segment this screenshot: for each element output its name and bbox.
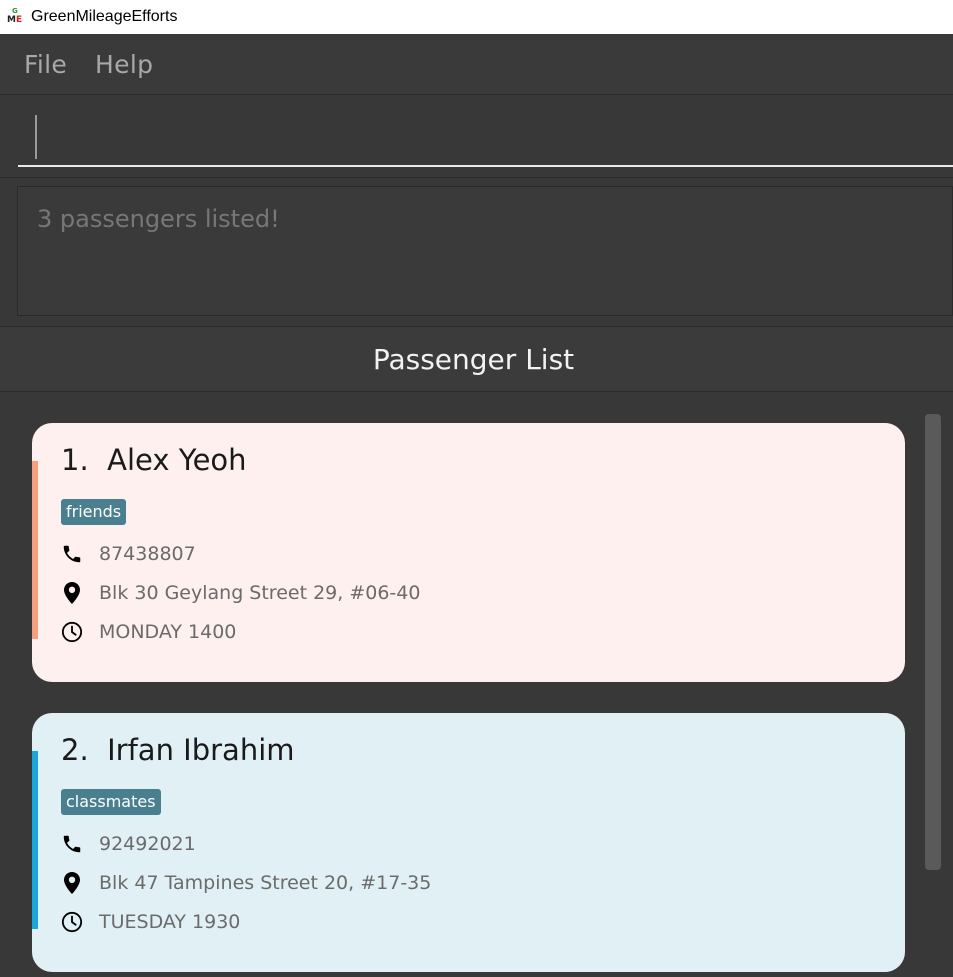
passenger-index: 2. [61, 733, 89, 767]
time-row: TUESDAY 1930 [61, 909, 240, 935]
time-row: MONDAY 1400 [61, 619, 236, 645]
passenger-address: Blk 47 Tampines Street 20, #17-35 [99, 872, 432, 894]
address-row: Blk 30 Geylang Street 29, #06-40 [61, 580, 420, 606]
text-caret [35, 115, 37, 159]
passenger-list-header: Passenger List [0, 326, 953, 392]
passenger-card[interactable]: 2. Irfan Ibrahim classmates 92492021 Blk… [32, 713, 905, 972]
passenger-address: Blk 30 Geylang Street 29, #06-40 [99, 582, 421, 604]
menu-bar: File Help [0, 34, 953, 94]
list-scrollbar[interactable] [925, 414, 941, 870]
menu-file[interactable]: File [24, 50, 67, 79]
location-pin-icon [61, 871, 83, 895]
passenger-name: Irfan Ibrahim [107, 733, 295, 767]
app-logo-icon: GME [7, 7, 23, 25]
command-box-panel [0, 94, 953, 177]
result-message: 3 passengers listed! [37, 205, 280, 233]
phone-icon [61, 832, 83, 856]
result-panel: 3 passengers listed! [0, 177, 953, 326]
address-row: Blk 47 Tampines Street 20, #17-35 [61, 870, 431, 896]
card-accent-bar [32, 461, 38, 639]
command-input[interactable] [18, 107, 953, 167]
passenger-phone: 92492021 [99, 833, 196, 855]
clock-icon [61, 910, 83, 934]
passenger-index: 1. [61, 443, 89, 477]
menu-help[interactable]: Help [95, 50, 153, 79]
card-accent-bar [32, 751, 38, 929]
location-pin-icon [61, 581, 83, 605]
result-display[interactable]: 3 passengers listed! [17, 186, 953, 316]
passenger-card[interactable]: 1. Alex Yeoh friends 87438807 Blk 30 Gey… [32, 423, 905, 682]
passenger-tag: classmates [61, 789, 161, 815]
passenger-name-line: 2. Irfan Ibrahim [61, 733, 295, 767]
passenger-list[interactable]: 1. Alex Yeoh friends 87438807 Blk 30 Gey… [0, 392, 953, 977]
passenger-time: TUESDAY 1930 [99, 911, 241, 933]
passenger-name: Alex Yeoh [107, 443, 247, 477]
passenger-tag: friends [61, 499, 127, 525]
clock-icon [61, 620, 83, 644]
passenger-phone: 87438807 [99, 543, 196, 565]
window-titlebar: GME GreenMileageEfforts [0, 0, 953, 34]
phone-row: 92492021 [61, 831, 196, 857]
passenger-list-title: Passenger List [372, 342, 575, 376]
passenger-name-line: 1. Alex Yeoh [61, 443, 247, 477]
phone-row: 87438807 [61, 541, 196, 567]
phone-icon [61, 542, 83, 566]
passenger-time: MONDAY 1400 [99, 621, 237, 643]
window-title: GreenMileageEfforts [31, 8, 178, 25]
